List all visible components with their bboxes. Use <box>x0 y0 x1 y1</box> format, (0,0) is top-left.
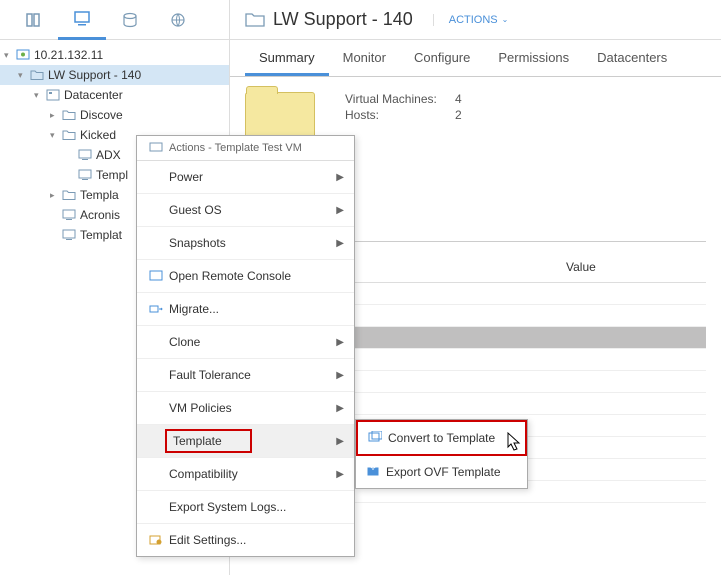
hosts-view-icon[interactable] <box>10 0 58 40</box>
chevron-right-icon: ▶ <box>336 337 344 348</box>
export-icon <box>366 465 382 479</box>
submenu-convert-template[interactable]: Convert to Template <box>356 420 527 456</box>
chevron-right-icon: ▶ <box>336 403 344 414</box>
menu-item-compatibility[interactable]: Compatibility▶ <box>137 458 354 491</box>
console-icon <box>147 270 165 282</box>
chevron-down-icon[interactable]: ▾ <box>34 90 44 101</box>
tab-datacenters[interactable]: Datacenters <box>583 40 681 76</box>
tab-configure[interactable]: Configure <box>400 40 484 76</box>
menu-item-migrate[interactable]: Migrate... <box>137 293 354 326</box>
tree-datacenter[interactable]: ▾ Datacenter <box>0 85 229 105</box>
vm-icon <box>147 142 165 154</box>
stat-hosts-label: Hosts: <box>345 108 455 122</box>
settings-icon <box>147 534 165 546</box>
menu-item-vm-policies[interactable]: VM Policies▶ <box>137 392 354 425</box>
folder-icon <box>30 68 44 82</box>
folder-icon <box>62 108 76 122</box>
chevron-right-icon[interactable]: ▸ <box>50 110 60 121</box>
folder-icon <box>62 188 76 202</box>
chevron-right-icon[interactable]: ▸ <box>50 190 60 201</box>
convert-icon <box>368 431 384 445</box>
chevron-right-icon: ▶ <box>336 436 344 447</box>
vcenter-icon <box>16 48 30 62</box>
tree-instance[interactable]: ▾ LW Support - 140 <box>0 65 229 85</box>
chevron-down-icon[interactable]: ▾ <box>50 130 60 141</box>
migrate-icon <box>147 303 165 315</box>
chevron-right-icon: ▶ <box>336 469 344 480</box>
view-switcher <box>0 0 230 39</box>
menu-item-edit-settings[interactable]: Edit Settings... <box>137 524 354 556</box>
chevron-right-icon: ▶ <box>336 205 344 216</box>
submenu-export-ovf[interactable]: Export OVF Template <box>356 456 527 488</box>
menu-item-clone[interactable]: Clone▶ <box>137 326 354 359</box>
stat-vm-label: Virtual Machines: <box>345 92 455 106</box>
top-toolbar: LW Support - 140 ACTIONS ⌄ <box>0 0 721 40</box>
col-value-label: Value <box>566 260 706 274</box>
vm-icon <box>78 148 92 162</box>
actions-dropdown[interactable]: ACTIONS ⌄ <box>433 14 509 26</box>
folder-icon <box>62 128 76 142</box>
tree-folder[interactable]: ▸ Discove <box>0 105 229 125</box>
chevron-right-icon: ▶ <box>336 172 344 183</box>
main-area: ▾ 10.21.132.11 ▾ LW Support - 140 ▾ Data… <box>0 40 721 575</box>
menu-item-template[interactable]: Template ▶ <box>137 425 354 458</box>
chevron-down-icon[interactable]: ▾ <box>4 50 14 61</box>
menu-item-open-console[interactable]: Open Remote Console <box>137 260 354 293</box>
tab-summary[interactable]: Summary <box>245 40 329 76</box>
tree-root[interactable]: ▾ 10.21.132.11 <box>0 45 229 65</box>
stat-vm-value: 4 <box>455 92 462 106</box>
vms-view-icon[interactable] <box>58 0 106 40</box>
menu-item-power[interactable]: Power▶ <box>137 161 354 194</box>
tab-monitor[interactable]: Monitor <box>329 40 400 76</box>
menu-item-export-logs[interactable]: Export System Logs... <box>137 491 354 524</box>
vm-icon <box>62 228 76 242</box>
folder-icon <box>245 10 265 30</box>
page-header: LW Support - 140 ACTIONS ⌄ <box>230 9 721 30</box>
context-menu-title: Actions - Template Test VM <box>137 136 354 161</box>
page-title: LW Support - 140 <box>273 9 413 30</box>
menu-item-snapshots[interactable]: Snapshots▶ <box>137 227 354 260</box>
menu-item-fault-tolerance[interactable]: Fault Tolerance▶ <box>137 359 354 392</box>
chevron-right-icon: ▶ <box>336 370 344 381</box>
stat-hosts-value: 2 <box>455 108 462 122</box>
menu-item-guest-os[interactable]: Guest OS▶ <box>137 194 354 227</box>
chevron-down-icon[interactable]: ▾ <box>18 70 28 81</box>
tab-permissions[interactable]: Permissions <box>484 40 583 76</box>
template-submenu: Convert to Template Export OVF Template <box>355 419 528 489</box>
vm-icon <box>62 208 76 222</box>
vm-icon <box>78 168 92 182</box>
chevron-right-icon: ▶ <box>336 238 344 249</box>
stats-block: Virtual Machines: 4 Hosts: 2 <box>345 92 462 147</box>
tabs: Summary Monitor Configure Permissions Da… <box>230 40 721 77</box>
storage-view-icon[interactable] <box>106 0 154 40</box>
context-menu: Actions - Template Test VM Power▶ Guest … <box>136 135 355 557</box>
network-view-icon[interactable] <box>154 0 202 40</box>
datacenter-icon <box>46 88 60 102</box>
